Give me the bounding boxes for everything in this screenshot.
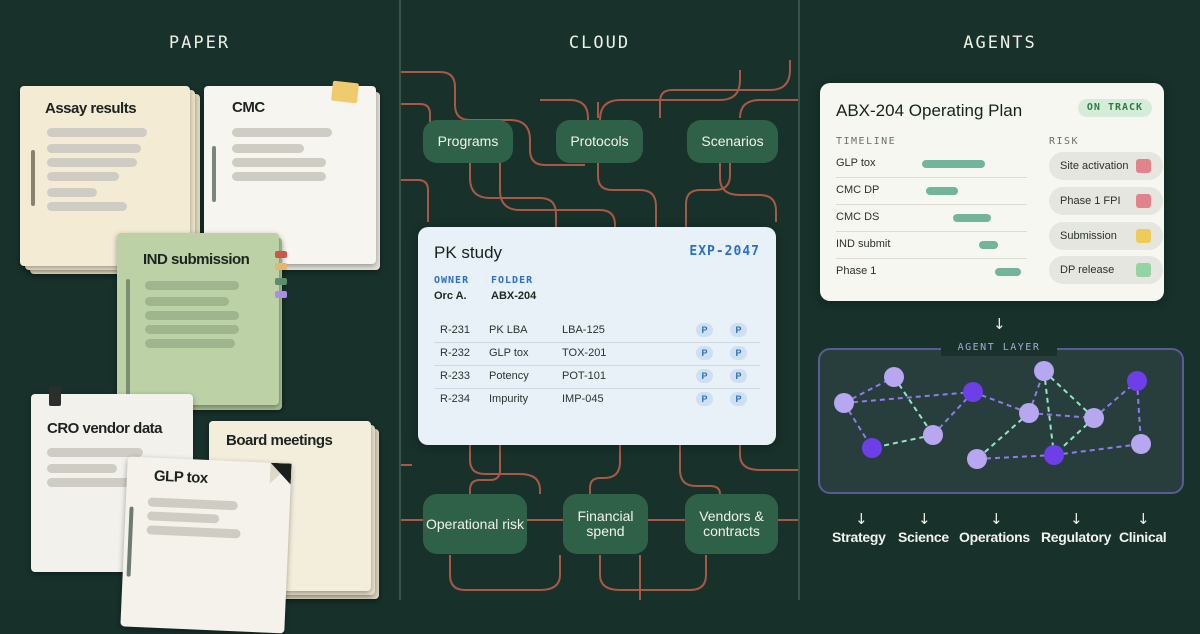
paper-panel-title: PAPER — [168, 33, 231, 53]
risk-label: RISK — [1049, 136, 1080, 147]
timeline-bar — [979, 241, 999, 249]
sticky-note — [331, 80, 359, 104]
agent-layer — [818, 348, 1184, 494]
table-row[interactable]: R-232 GLP tox TOX-201 P P — [434, 342, 760, 366]
card-title: PK study — [434, 243, 503, 262]
status-badge: P — [696, 369, 713, 383]
table-row[interactable]: R-234 Impurity IMP-045 P P — [434, 388, 760, 411]
down-arrow-icon: ↓ — [1070, 510, 1083, 528]
status-badge: P — [730, 346, 747, 360]
status-badge: P — [730, 323, 747, 337]
owner-label: OWNER — [434, 275, 470, 286]
doc-title: CRO vendor data — [47, 420, 163, 437]
status-badge: P — [730, 392, 747, 406]
timeline-bar — [925, 187, 959, 195]
down-arrow-icon: ↓ — [855, 510, 868, 528]
doc-title: CMC — [232, 99, 265, 116]
experiment-id: EXP-2047 — [689, 244, 760, 259]
status-badge: P — [696, 323, 713, 337]
timeline-bar — [994, 268, 1022, 276]
down-arrow-icon: ↓ — [918, 510, 931, 528]
status-badge: P — [730, 369, 747, 383]
card-title: ABX-204 Operating Plan — [836, 101, 1023, 120]
folder-label: FOLDER — [491, 275, 534, 286]
risk-indicator — [1136, 194, 1151, 208]
department-clinical[interactable]: Clinical — [1119, 529, 1167, 545]
doc-title: IND submission — [143, 251, 250, 268]
table-row[interactable]: R-231 PK LBA LBA-125 P P — [434, 319, 760, 343]
department-strategy[interactable]: Strategy — [832, 529, 886, 545]
agents-panel-title: AGENTS — [963, 33, 1037, 53]
risk-indicator — [1136, 159, 1151, 173]
down-arrow-icon: ↓ — [990, 510, 1003, 528]
down-arrow-icon: ↓ — [993, 315, 1006, 333]
department-operations[interactable]: Operations — [959, 529, 1030, 545]
risk-item[interactable]: DP release — [1049, 256, 1163, 284]
status-badge: P — [696, 346, 713, 360]
folder-value: ABX-204 — [491, 290, 537, 302]
status-badge: ON TRACK — [1078, 99, 1152, 117]
agent-layer-label: AGENT LAYER — [941, 340, 1057, 356]
operating-plan-card[interactable]: ABX-204 Operating Plan ON TRACK TIMELINE… — [820, 83, 1164, 301]
agent-network — [834, 361, 1151, 469]
timeline-row: CMC DP — [836, 178, 1027, 205]
operational-risk-node[interactable]: Operational risk — [423, 494, 527, 554]
scenarios-node[interactable]: Scenarios — [687, 120, 778, 163]
protocols-node[interactable]: Protocols — [556, 120, 643, 163]
timeline-label: TIMELINE — [836, 136, 897, 147]
doc-title: GLP tox — [153, 467, 209, 487]
status-badge: P — [696, 392, 713, 406]
timeline-row: Phase 1 — [836, 259, 1027, 285]
department-regulatory[interactable]: Regulatory — [1041, 529, 1111, 545]
timeline-row: CMC DS — [836, 205, 1027, 232]
timeline-row: GLP tox — [836, 151, 1027, 178]
owner-value: Orc A. — [434, 290, 467, 302]
financial-spend-node[interactable]: Financial spend — [563, 494, 648, 554]
risk-item[interactable]: Phase 1 FPI — [1049, 187, 1163, 215]
timeline-row: IND submit — [836, 232, 1027, 259]
risk-item[interactable]: Submission — [1049, 222, 1163, 250]
risk-indicator — [1136, 263, 1151, 277]
table-row[interactable]: R-233 Potency POT-101 P P — [434, 365, 760, 389]
glp-tox-doc: GLP tox — [120, 456, 293, 634]
timeline-bar — [952, 214, 991, 222]
department-science[interactable]: Science — [898, 529, 949, 545]
binder-clip-icon — [49, 386, 61, 406]
doc-title: Board meetings — [226, 432, 333, 449]
pk-study-card[interactable]: PK study EXP-2047 OWNER FOLDER Orc A. AB… — [418, 227, 776, 445]
timeline-bar — [921, 160, 985, 168]
risk-indicator — [1136, 229, 1151, 243]
risk-item[interactable]: Site activation — [1049, 152, 1163, 180]
vendors-contracts-node[interactable]: Vendors & contracts — [685, 494, 778, 554]
doc-title: Assay results — [45, 100, 137, 117]
ind-submission-doc: IND submission — [117, 233, 287, 411]
programs-node[interactable]: Programs — [423, 120, 513, 163]
down-arrow-icon: ↓ — [1137, 510, 1150, 528]
